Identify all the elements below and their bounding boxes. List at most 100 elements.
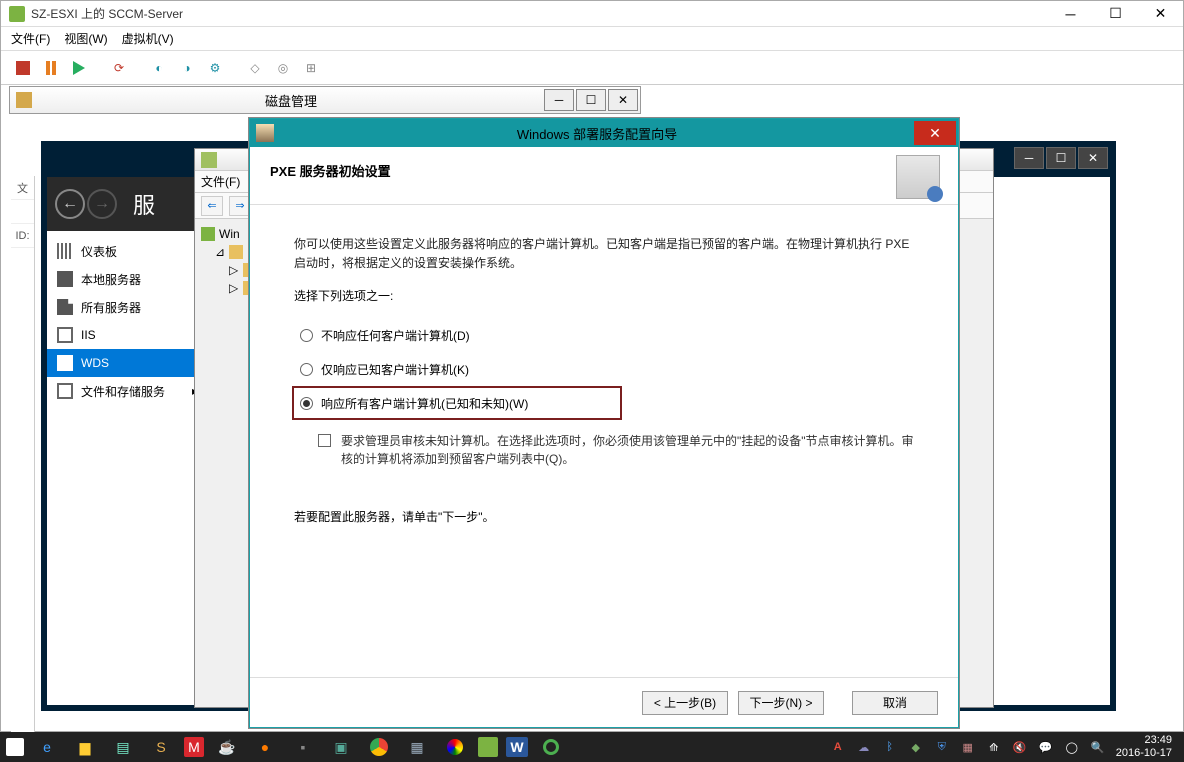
sidebar-item-wds[interactable]: WDS [47,349,206,377]
snapshot-button[interactable]: ◐ [147,56,171,80]
srv-maximize[interactable]: ☐ [1046,147,1076,169]
disk-close[interactable]: ✕ [608,89,638,111]
task-chrome[interactable] [364,735,394,759]
task-app4[interactable]: ▦ [402,735,432,759]
menu-file[interactable]: 文件(F) [11,30,50,47]
disk-maximize[interactable]: ☐ [576,89,606,111]
sidebar-item-local[interactable]: 本地服务器 [47,265,206,293]
mmc-forward[interactable]: ⇒ [229,196,251,216]
tray-battery[interactable]: ◯ [1064,739,1080,755]
allservers-icon [57,299,73,315]
wizard-foot-text: 若要配置此服务器，请单击"下一步"。 [294,508,914,525]
wizard-header-icon [896,155,940,199]
task-java[interactable]: ☕ [212,735,242,759]
manage-button[interactable]: ⚙ [203,56,227,80]
wizard-title: Windows 部署服务配置向导 [280,124,914,143]
srv-minimize[interactable]: ─ [1014,147,1044,169]
checkbox-icon [318,434,331,447]
revert-button[interactable]: ◑ [175,56,199,80]
reset-button[interactable]: ⟳ [107,56,131,80]
nav-forward[interactable]: → [87,189,117,219]
wizard-close-button[interactable]: ✕ [914,121,956,145]
tree-server-icon [229,245,243,259]
tray-onedrive[interactable]: ☁ [856,739,872,755]
tray-search[interactable]: 🔍 [1090,739,1106,755]
taskbar: e ▆ ▤ S M ☕ ● ▪ ▣ ▦ W A ☁ ᛒ ◆ ⛨ ▦ ⟰ 🔇 💬 … [0,732,1184,762]
mmc-menu-file[interactable]: 文件(F) [201,173,240,190]
checkbox-require-approval[interactable]: 要求管理员审核未知计算机。在选择此选项时，你必须使用该管理单元中的"挂起的设备"… [318,432,914,468]
tray-shield[interactable]: ⛨ [934,739,950,755]
radio-option-none[interactable]: 不响应任何客户端计算机(D) [300,318,914,352]
server-header: 服 [133,188,155,220]
task-cmd[interactable]: ▪ [288,735,318,759]
suspend-button[interactable] [39,56,63,80]
strip-item: ID: [11,224,34,248]
cd-button[interactable]: ◎ [271,56,295,80]
back-button[interactable]: < 上一步(B) [642,691,728,715]
task-word[interactable]: W [506,737,528,757]
network-button[interactable]: ⊞ [299,56,323,80]
task-firefox[interactable]: ● [250,735,280,759]
tray-app2[interactable]: ▦ [960,739,976,755]
radio-icon [300,397,313,410]
sidebar-item-iis[interactable]: IIS [47,321,206,349]
clock[interactable]: 23:49 2016-10-17 [1116,734,1172,760]
start-button[interactable] [6,738,24,756]
close-button[interactable]: ✕ [1138,1,1183,27]
radio-icon [300,363,313,376]
srv-close[interactable]: ✕ [1078,147,1108,169]
maximize-button[interactable]: ☐ [1093,1,1138,27]
wds-icon [57,355,73,371]
vmware-window: SZ-ESXI 上的 SCCM-Server ─ ☐ ✕ 文件(F) 视图(W)… [0,0,1184,732]
task-explorer[interactable]: ▆ [70,735,100,759]
radio-option-all[interactable]: 响应所有客户端计算机(已知和未知)(W) [292,386,622,420]
guest-screen: 文 ID: 磁盘管理 ─ ☐ ✕ ─ ☐ ✕ [11,86,1183,731]
wizard-page-title: PXE 服务器初始设置 [270,161,938,180]
task-app5[interactable] [440,735,470,759]
floppy-button[interactable]: ◇ [243,56,267,80]
tray-msg[interactable]: 💬 [1038,739,1054,755]
wds-config-wizard: Windows 部署服务配置向导 ✕ PXE 服务器初始设置 你可以使用这些设置… [249,118,959,728]
disk-icon [16,92,32,108]
strip-item [11,200,34,224]
wizard-icon [256,124,274,142]
disk-minimize[interactable]: ─ [544,89,574,111]
tray-sound[interactable]: 🔇 [1012,739,1028,755]
nav-back[interactable]: ← [55,189,85,219]
vmware-menubar: 文件(F) 视图(W) 虚拟机(V) [1,27,1183,51]
files-icon [57,383,73,399]
localserver-icon [57,271,73,287]
sidebar: 仪表板 本地服务器 所有服务器 IIS WDS 文件和存储服务▸ [47,177,207,705]
wizard-select-label: 选择下列选项之一: [294,287,914,304]
sidebar-item-files[interactable]: 文件和存储服务▸ [47,377,206,405]
menu-view[interactable]: 视图(W) [64,30,107,47]
task-mega[interactable]: M [184,737,204,757]
tray-bluetooth[interactable]: ᛒ [882,739,898,755]
radio-option-known[interactable]: 仅响应已知客户端计算机(K) [300,352,914,386]
task-app2[interactable]: S [146,735,176,759]
vmware-titlebar: SZ-ESXI 上的 SCCM-Server ─ ☐ ✕ [1,1,1183,27]
tray-wifi[interactable]: ⟰ [986,739,1002,755]
menu-vm[interactable]: 虚拟机(V) [122,30,174,47]
cancel-button[interactable]: 取消 [852,691,938,715]
vmware-toolbar: ⟳ ◐ ◑ ⚙ ◇ ◎ ⊞ [1,51,1183,85]
radio-icon [300,329,313,342]
minimize-button[interactable]: ─ [1048,1,1093,27]
next-button[interactable]: 下一步(N) > [738,691,824,715]
tray-app[interactable]: ◆ [908,739,924,755]
left-strip: 文 ID: [11,176,35,736]
poweron-button[interactable] [67,56,91,80]
task-edge[interactable]: e [32,735,62,759]
sidebar-item-all[interactable]: 所有服务器 [47,293,206,321]
tray-ime[interactable]: A [830,739,846,755]
iis-icon [57,327,73,343]
poweroff-button[interactable] [11,56,35,80]
task-vsphere[interactable] [478,737,498,757]
task-app6[interactable] [536,735,566,759]
task-app3[interactable]: ▣ [326,735,356,759]
tree-root-icon [201,227,215,241]
sidebar-item-dashboard[interactable]: 仪表板 [47,237,206,265]
mmc-back[interactable]: ⇐ [201,196,223,216]
strip-item: 文 [11,176,34,200]
task-app1[interactable]: ▤ [108,735,138,759]
